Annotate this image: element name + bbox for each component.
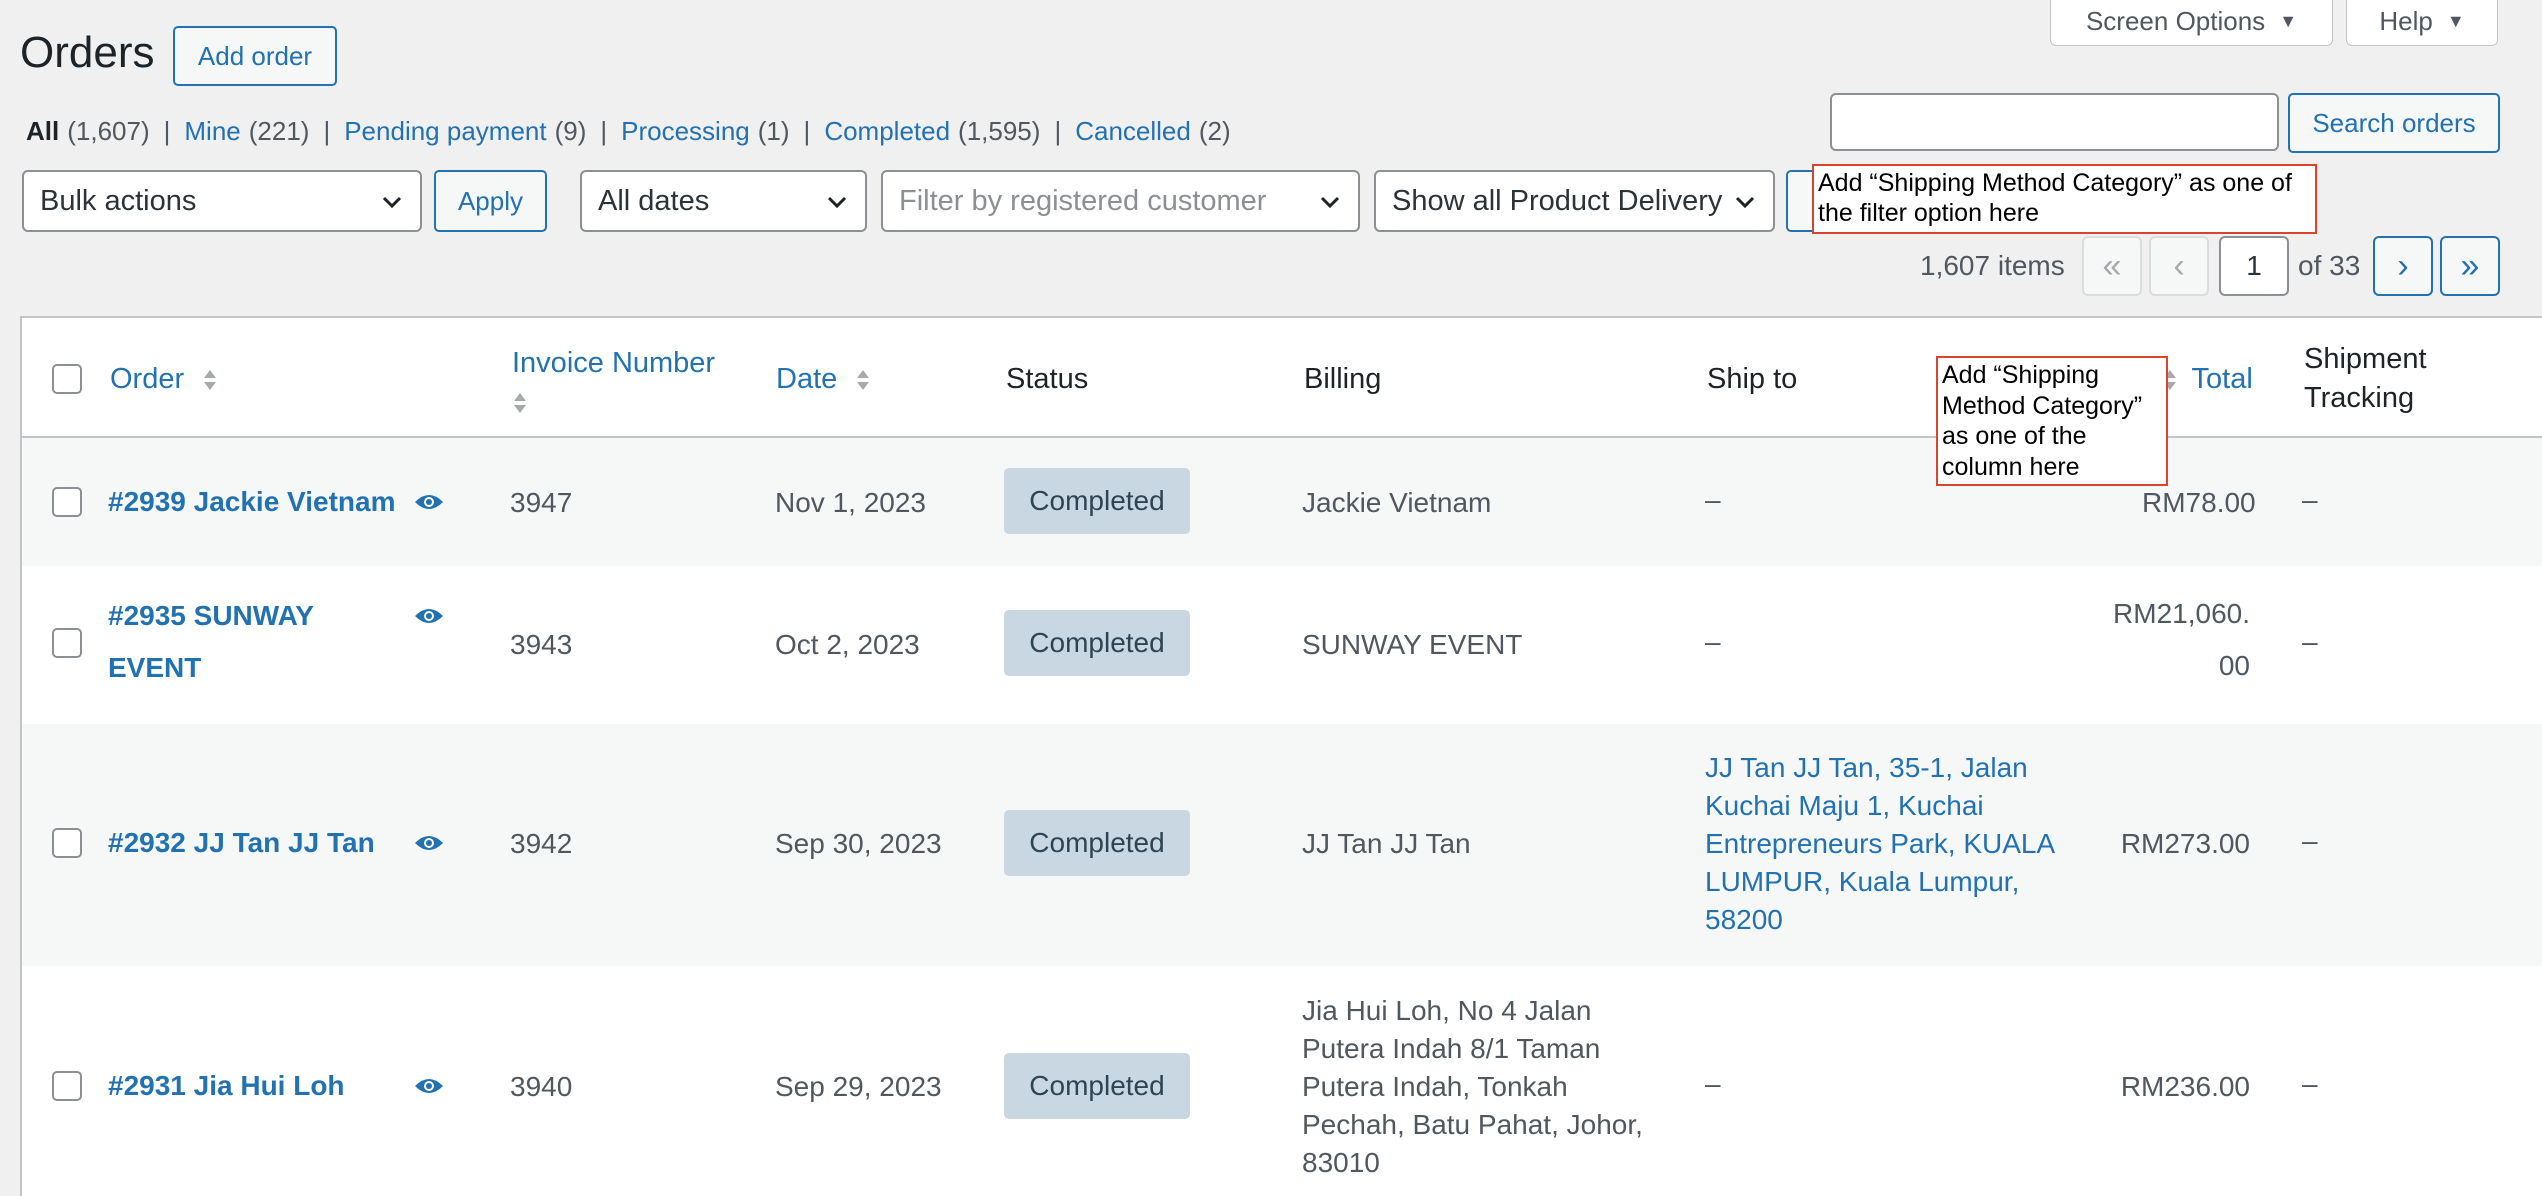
billing-address: Jackie Vietnam [1302,487,1492,518]
apply-button[interactable]: Apply [434,170,547,232]
items-count: 1,607 items [1920,250,2065,281]
billing-address: Jia Hui Loh, No 4 Jalan Putera Indah 8/1… [1302,995,1643,1178]
column-annotation: Add “Shipping Method Category” as one of… [1936,356,2168,486]
order-link[interactable]: #2931 Jia Hui Loh [108,1060,345,1112]
billing-address: JJ Tan JJ Tan [1302,828,1471,859]
status-filter-completed[interactable]: Completed (1,595) [824,116,1040,147]
status-filter-pending-payment[interactable]: Pending payment (9) [344,116,586,147]
column-status: Status [1006,363,1089,395]
order-total: RM21,060. 00 [2113,598,2250,681]
status-badge: Completed [1004,610,1190,676]
product-delivery-value: Show all Product Delivery [1392,184,1723,217]
separator: | [803,116,811,146]
chevron-down-icon [1320,196,1340,209]
column-invoice-number[interactable]: Invoice Number [512,344,715,422]
ship-to-address: – [1705,484,1721,515]
select-all-checkbox[interactable] [52,364,82,394]
status-filter-all[interactable]: All (1,607) [26,116,150,147]
status-badge: Completed [1004,810,1190,876]
page-title: Orders [20,28,155,77]
eye-icon[interactable] [414,1076,444,1096]
bulk-actions-value: Bulk actions [40,184,197,217]
chevron-down-icon [1735,196,1755,209]
shipment-tracking: – [2302,484,2318,515]
table-row: #2935 SUNWAY EVENT 3943 Oct 2, 2023 Comp… [22,566,2542,724]
sort-icon [204,370,217,391]
order-total: RM273.00 [2120,828,2250,859]
row-checkbox[interactable] [52,487,82,517]
column-ship-to: Ship to [1707,363,1798,395]
customer-filter-select[interactable]: Filter by registered customer [881,170,1360,232]
filter-annotation: Add “Shipping Method Category” as one of… [1812,164,2317,234]
separator: | [600,116,608,146]
sort-icon [514,393,526,414]
order-date: Oct 2, 2023 [775,629,920,660]
row-checkbox[interactable] [52,828,82,858]
caret-down-icon: ▼ [2279,11,2298,31]
search-input[interactable] [1830,93,2279,151]
order-date: Sep 29, 2023 [775,1071,942,1102]
table-row: #2932 JJ Tan JJ Tan 3942 Sep 30, 2023 Co… [22,724,2542,966]
sort-icon [857,370,870,391]
total-pages: of 33 [2298,250,2361,281]
column-shipment-tracking: Shipment Tracking [2304,343,2427,415]
add-order-button[interactable]: Add order [173,26,337,86]
status-filter-links: All (1,607) | Mine (221) | Pending payment… [26,116,1231,147]
billing-address: SUNWAY EVENT [1302,629,1523,660]
shipment-tracking: – [2302,626,2318,657]
dates-value: All dates [598,184,710,217]
status-filter-processing[interactable]: Processing (1) [621,116,789,147]
ship-to-address[interactable]: JJ Tan JJ Tan, 35-1, Jalan Kuchai Maju 1… [1705,749,2055,939]
separator: | [1054,116,1062,146]
row-checkbox[interactable] [52,1071,82,1101]
chevron-down-icon [382,196,402,209]
order-total: RM78.00 [2142,487,2256,518]
invoice-number: 3940 [510,1071,573,1102]
search-orders-button[interactable]: Search orders [2288,93,2500,153]
screen-options-label: Screen Options [2085,6,2266,36]
ship-to-address: – [1705,1068,1721,1099]
customer-filter-placeholder: Filter by registered customer [899,184,1267,217]
next-page-button[interactable]: › [2373,236,2433,296]
prev-page-button[interactable]: ‹ [2149,236,2209,296]
first-page-button[interactable]: « [2082,236,2142,296]
eye-icon[interactable] [414,833,444,853]
last-page-button[interactable]: » [2440,236,2500,296]
separator: | [163,116,171,146]
separator: | [323,116,331,146]
status-filter-mine[interactable]: Mine (221) [184,116,309,147]
order-date: Sep 30, 2023 [775,828,942,859]
help-label: Help [2379,6,2433,36]
invoice-number: 3947 [510,487,573,518]
eye-icon[interactable] [414,492,444,512]
status-badge: Completed [1004,468,1190,534]
table-row: #2931 Jia Hui Loh 3940 Sep 29, 2023 Comp… [22,966,2542,1196]
status-filter-cancelled[interactable]: Cancelled (2) [1075,116,1230,147]
dates-select[interactable]: All dates [580,170,867,232]
order-total: RM236.00 [2120,1071,2250,1102]
chevron-down-icon [827,196,847,209]
order-link[interactable]: #2939 Jackie Vietnam [108,476,395,528]
column-billing: Billing [1304,363,1382,395]
caret-down-icon: ▼ [2446,11,2465,31]
status-badge: Completed [1004,1053,1190,1119]
current-page-input[interactable]: 1 [2219,236,2289,296]
column-date[interactable]: Date [776,360,871,399]
order-date: Nov 1, 2023 [775,487,926,518]
invoice-number: 3943 [510,629,573,660]
invoice-number: 3942 [510,828,573,859]
column-total[interactable]: Total [2162,360,2253,399]
product-delivery-select[interactable]: Show all Product Delivery [1374,170,1775,232]
shipment-tracking: – [2302,825,2318,856]
order-link[interactable]: #2932 JJ Tan JJ Tan [108,817,375,869]
bulk-actions-select[interactable]: Bulk actions [22,170,422,232]
column-order[interactable]: Order [110,360,218,399]
shipment-tracking: – [2302,1068,2318,1099]
ship-to-address: – [1705,626,1721,657]
eye-icon[interactable] [414,606,444,626]
order-link[interactable]: #2935 SUNWAY EVENT [108,590,314,694]
screen-options-tab[interactable]: Screen Options ▼ [2050,0,2333,46]
row-checkbox[interactable] [52,628,82,658]
help-tab[interactable]: Help ▼ [2346,0,2498,46]
